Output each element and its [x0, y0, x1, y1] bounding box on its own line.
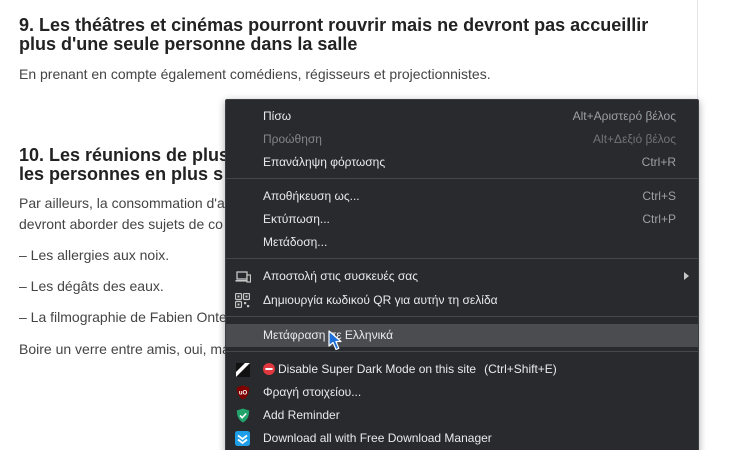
menu-item-save-as[interactable]: Αποθήκευση ως... Ctrl+S	[226, 185, 698, 208]
menu-item-shortcut: Alt+Δεξιό βέλος	[593, 132, 676, 146]
menu-item-label: Επανάληψη φόρτωσης	[263, 155, 386, 169]
menu-separator	[226, 258, 698, 259]
menu-item-label: Εκτύπωση...	[263, 212, 330, 226]
menu-item-back[interactable]: Πίσω Alt+Αριστερό βέλος	[226, 105, 698, 128]
menu-item-print[interactable]: Εκτύπωση... Ctrl+P	[226, 208, 698, 231]
menu-item-label: Αποστολή στις συσκευές σας	[263, 269, 419, 283]
menu-item-reload[interactable]: Επανάληψη φόρτωσης Ctrl+R	[226, 151, 698, 174]
ublock-origin-icon: uO	[234, 384, 251, 401]
menu-item-cast[interactable]: Μετάδοση...	[226, 231, 698, 254]
menu-separator	[226, 178, 698, 179]
menu-item-label: Προώθηση	[263, 132, 322, 146]
menu-item-shortcut: Ctrl+R	[641, 155, 676, 169]
menu-item-disable-super-dark-mode[interactable]: Disable Super Dark Mode on this site (Ctr…	[226, 358, 698, 381]
menu-item-label: Φραγή στοιχείου...	[263, 385, 362, 399]
section-9-heading-line-1: 9. Les théâtres et cinémas pourront rouv…	[19, 15, 649, 35]
devices-icon	[234, 268, 251, 285]
menu-item-shortcut: Alt+Αριστερό βέλος	[572, 109, 676, 123]
menu-item-add-reminder[interactable]: Add Reminder	[226, 404, 698, 427]
menu-item-send-to-devices[interactable]: Αποστολή στις συσκευές σας	[226, 265, 698, 288]
section-9-heading: 9. Les théâtres et cinémas pourront rouv…	[19, 16, 679, 54]
menu-item-download-all-fdm[interactable]: Download all with Free Download Manager	[226, 427, 698, 450]
mouse-cursor-icon	[328, 330, 342, 351]
svg-text:uO: uO	[238, 391, 247, 397]
submenu-arrow-icon	[684, 272, 689, 280]
menu-item-label: Δημιουργία κωδικού QR για αυτήν τη σελίδ…	[263, 293, 498, 307]
menu-item-label: Add Reminder	[263, 408, 340, 422]
menu-item-label: Αποθήκευση ως...	[263, 189, 360, 203]
section-9-text: En prenant en compte également comédiens…	[19, 66, 491, 82]
menu-item-label: Πίσω	[263, 109, 292, 123]
menu-item-create-qr-code[interactable]: Δημιουργία κωδικού QR για αυτήν τη σελίδ…	[226, 289, 698, 312]
disable-dark-mode-text: Disable Super Dark Mode on this site	[278, 362, 477, 376]
fdm-icon	[234, 430, 251, 447]
menu-item-forward[interactable]: Προώθηση Alt+Δεξιό βέλος	[226, 128, 698, 151]
reminder-icon	[234, 407, 251, 424]
menu-item-label: Download all with Free Download Manager	[263, 431, 492, 445]
menu-separator	[226, 351, 698, 352]
menu-item-label: Disable Super Dark Mode on this site (Ctr…	[263, 362, 557, 377]
section-9-heading-line-2: plus d'une seule personne dans la salle	[19, 34, 358, 54]
menu-separator	[226, 316, 698, 317]
menu-item-shortcut: Ctrl+P	[642, 212, 676, 226]
menu-item-label: Μετάδοση...	[263, 235, 328, 249]
context-menu: Πίσω Alt+Αριστερό βέλος Προώθηση Alt+Δεξ…	[225, 99, 699, 450]
super-dark-mode-icon	[234, 361, 251, 378]
no-entry-icon	[263, 363, 275, 375]
disable-dark-mode-shortcut: (Ctrl+Shift+E)	[484, 362, 557, 376]
qr-code-icon	[234, 292, 251, 309]
menu-item-shortcut: Ctrl+S	[642, 189, 676, 203]
menu-item-block-element[interactable]: uO Φραγή στοιχείου...	[226, 381, 698, 404]
menu-item-translate[interactable]: Μετάφραση σε Ελληνικά	[226, 324, 698, 347]
